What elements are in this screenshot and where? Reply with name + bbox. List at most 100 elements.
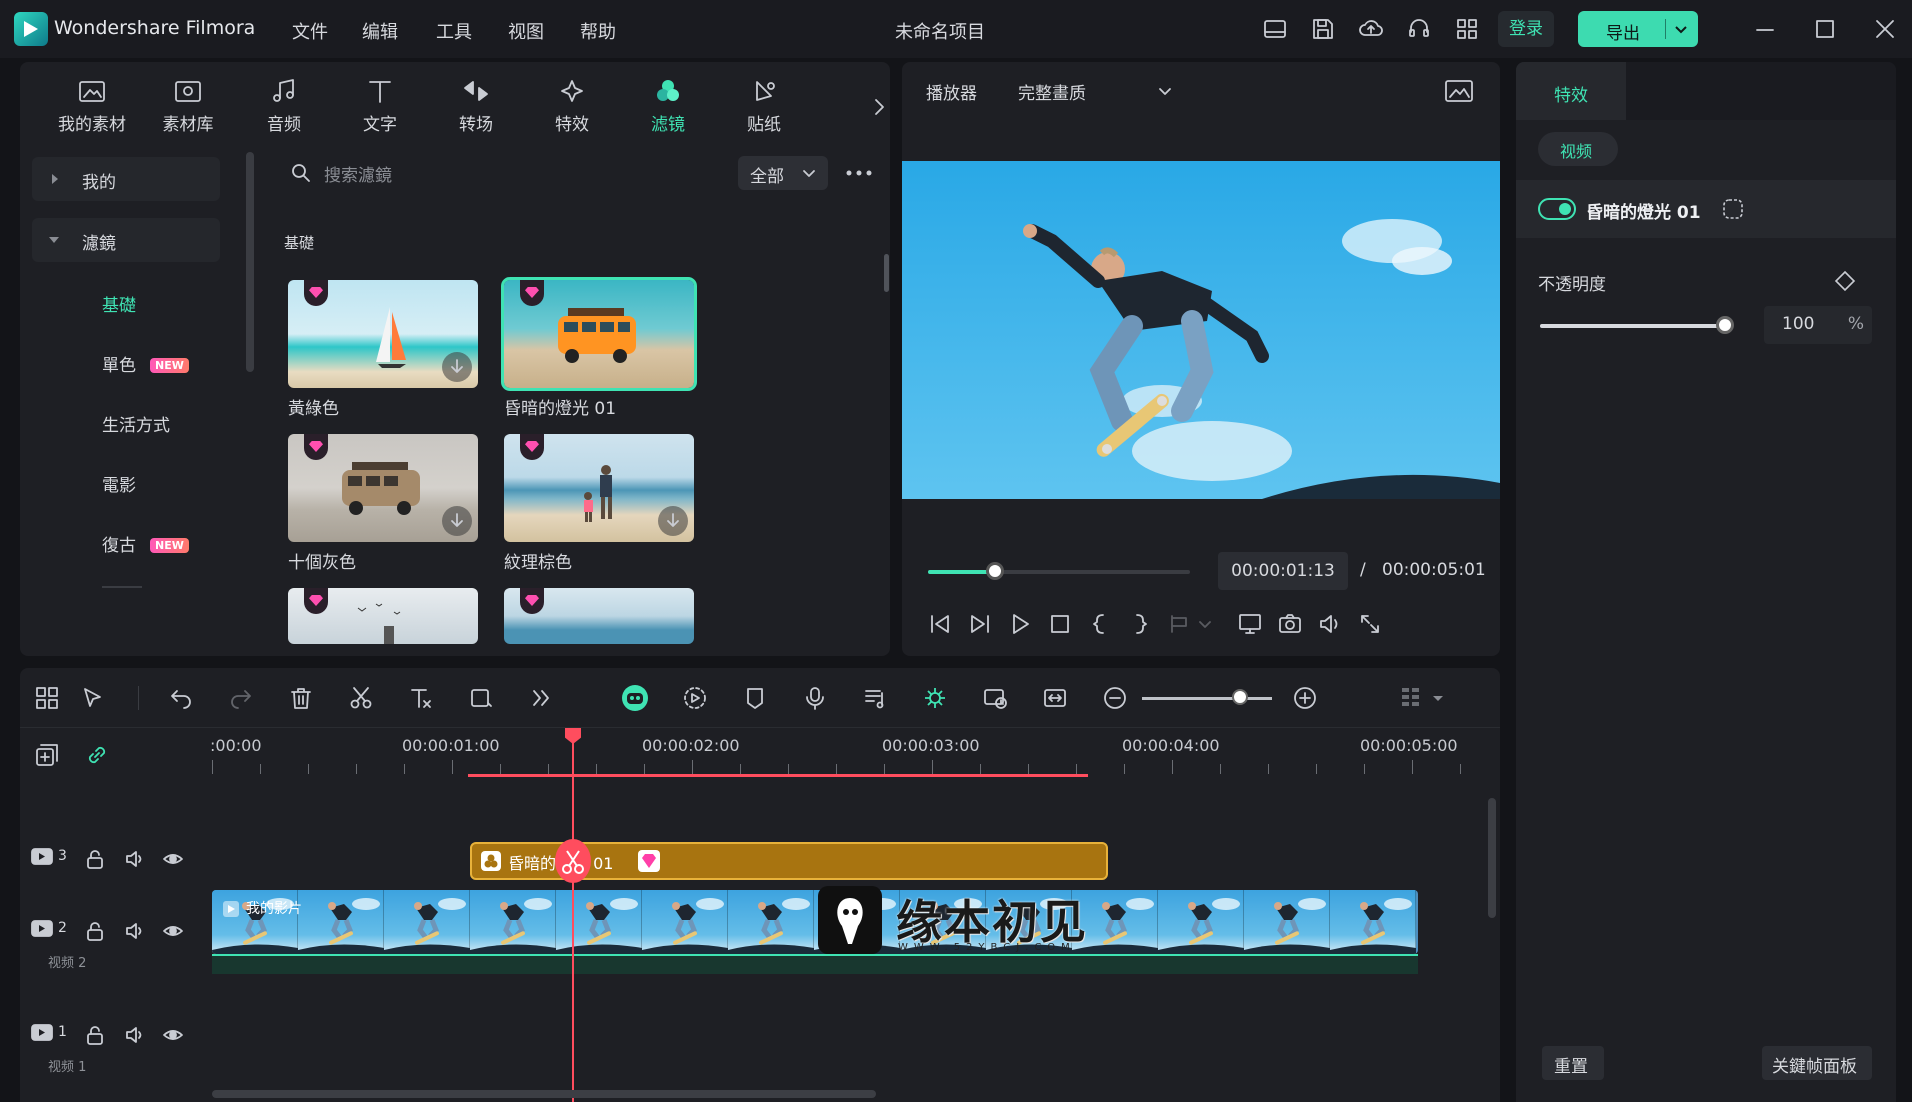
chevron-right-icon[interactable] (872, 92, 890, 122)
video-preview[interactable] (902, 161, 1500, 499)
link-icon[interactable] (84, 742, 110, 768)
layout-icon[interactable] (1262, 16, 1288, 42)
download-icon[interactable] (442, 352, 472, 382)
render-preview-icon[interactable] (982, 685, 1008, 711)
filter-item-selected[interactable]: 昏暗的燈光 01 (501, 277, 697, 419)
select-pointer-icon[interactable] (80, 685, 106, 711)
track-layout-icon[interactable] (1398, 685, 1424, 711)
chevron-down-icon[interactable] (1430, 685, 1446, 711)
current-timecode[interactable]: 00:00:01:13 (1218, 552, 1348, 590)
minimize-icon[interactable] (1752, 16, 1778, 42)
lock-icon[interactable] (84, 920, 106, 942)
menu-file[interactable]: 文件 (292, 18, 328, 44)
headset-icon[interactable] (1406, 16, 1432, 42)
snapshot-preview-icon[interactable] (1444, 78, 1474, 104)
tab-text[interactable]: 文字 (338, 76, 422, 146)
playhead[interactable] (572, 734, 574, 1102)
video-chip[interactable]: 视频 (1538, 132, 1618, 166)
camera-snapshot-icon[interactable] (1276, 610, 1304, 638)
login-button[interactable]: 登录 (1498, 11, 1554, 47)
sidebar-sub-cinema[interactable]: 電影 (102, 471, 136, 496)
ai-assistant-icon[interactable] (620, 683, 650, 713)
lock-icon[interactable] (84, 1024, 106, 1046)
sidebar-item-mine[interactable]: 我的 (32, 157, 220, 201)
layout-grid-icon[interactable] (34, 685, 60, 711)
fit-timeline-icon[interactable] (1042, 685, 1068, 711)
more-options-icon[interactable] (844, 166, 874, 180)
sidebar-sub-lifestyle[interactable]: 生活方式 (102, 411, 170, 436)
video-clip[interactable]: 我的影片 (212, 890, 1418, 954)
sidebar-sub-basic[interactable]: 基礎 (102, 291, 136, 316)
speed-ramp-icon[interactable] (682, 685, 708, 711)
tab-effects-properties[interactable]: 特效 (1516, 62, 1626, 120)
menu-help[interactable]: 帮助 (580, 18, 616, 44)
tab-effects[interactable]: 特效 (530, 76, 614, 146)
cloud-upload-icon[interactable] (1358, 16, 1384, 42)
play-icon[interactable] (1006, 610, 1034, 638)
effect-enable-toggle[interactable] (1538, 198, 1576, 220)
lock-icon[interactable] (84, 848, 106, 870)
text-tool-icon[interactable] (408, 685, 434, 711)
tab-transitions[interactable]: 转场 (434, 76, 518, 146)
menu-tools[interactable]: 工具 (436, 18, 472, 44)
menu-view[interactable]: 视图 (508, 18, 544, 44)
zoom-slider-track[interactable] (1142, 697, 1272, 700)
previous-frame-icon[interactable] (926, 610, 954, 638)
filter-grid-scrollbar[interactable] (884, 254, 889, 292)
sidebar-scrollbar[interactable] (246, 152, 254, 372)
sidebar-sub-retro[interactable]: 復古 NEW (102, 531, 189, 556)
opacity-slider-knob[interactable] (1716, 316, 1734, 334)
mute-icon[interactable] (124, 848, 146, 870)
eye-icon[interactable] (162, 920, 184, 942)
work-area-range[interactable] (468, 774, 1088, 777)
tab-audio[interactable]: 音频 (242, 76, 326, 146)
zoom-slider-knob[interactable] (1232, 689, 1248, 705)
chevron-down-icon[interactable] (1196, 610, 1224, 638)
volume-icon[interactable] (1316, 610, 1344, 638)
export-button[interactable]: 导出 (1578, 11, 1698, 47)
zoom-out-icon[interactable] (1102, 685, 1128, 711)
opacity-slider-track[interactable] (1540, 324, 1726, 328)
redo-icon[interactable] (228, 685, 254, 711)
sidebar-item-filters[interactable]: 濾鏡 (32, 218, 220, 262)
tab-my-media[interactable]: 我的素材 (50, 76, 134, 146)
close-icon[interactable] (1872, 16, 1898, 42)
search-bar[interactable]: 搜索濾鏡 (274, 154, 754, 190)
mute-icon[interactable] (124, 920, 146, 942)
stop-icon[interactable] (1046, 610, 1074, 638)
reset-button[interactable]: 重置 (1542, 1046, 1604, 1080)
mark-out-icon[interactable] (1126, 610, 1154, 638)
filter-item[interactable]: 十個灰色 (288, 434, 478, 573)
next-frame-icon[interactable] (966, 610, 994, 638)
delete-icon[interactable] (288, 685, 314, 711)
quality-dropdown[interactable]: 完整畫质 (1010, 76, 1180, 106)
zoom-in-icon[interactable] (1292, 685, 1318, 711)
split-scissors-icon[interactable] (555, 839, 591, 883)
keyframe-diamond-icon[interactable] (1834, 270, 1856, 292)
microphone-icon[interactable] (802, 685, 828, 711)
undo-icon[interactable] (168, 685, 194, 711)
timeline-horizontal-scrollbar[interactable] (212, 1090, 876, 1098)
opacity-value-field[interactable]: 100 % (1764, 306, 1872, 344)
insert-marker-icon[interactable] (1166, 610, 1194, 638)
tab-stickers[interactable]: 贴纸 (722, 76, 806, 146)
download-icon[interactable] (658, 506, 688, 536)
mark-in-icon[interactable] (1086, 610, 1114, 638)
audio-waveform-strip[interactable] (212, 954, 1418, 974)
menu-edit[interactable]: 编辑 (362, 18, 398, 44)
crop-icon[interactable] (468, 685, 494, 711)
display-settings-icon[interactable] (1236, 610, 1264, 638)
audio-mixer-icon[interactable] (862, 685, 888, 711)
mute-icon[interactable] (124, 1024, 146, 1046)
category-filter-dropdown[interactable]: 全部 (738, 156, 828, 190)
filter-item[interactable] (504, 588, 694, 644)
tab-stock-media[interactable]: 素材库 (146, 76, 230, 146)
double-chevron-right-icon[interactable] (528, 685, 554, 711)
apps-grid-icon[interactable] (1454, 16, 1480, 42)
marker-icon[interactable] (742, 685, 768, 711)
playhead-handle[interactable] (565, 728, 581, 744)
add-track-icon[interactable] (34, 742, 60, 768)
fullscreen-icon[interactable] (1356, 610, 1384, 638)
download-icon[interactable] (442, 506, 472, 536)
auto-ripple-icon[interactable] (922, 685, 948, 711)
